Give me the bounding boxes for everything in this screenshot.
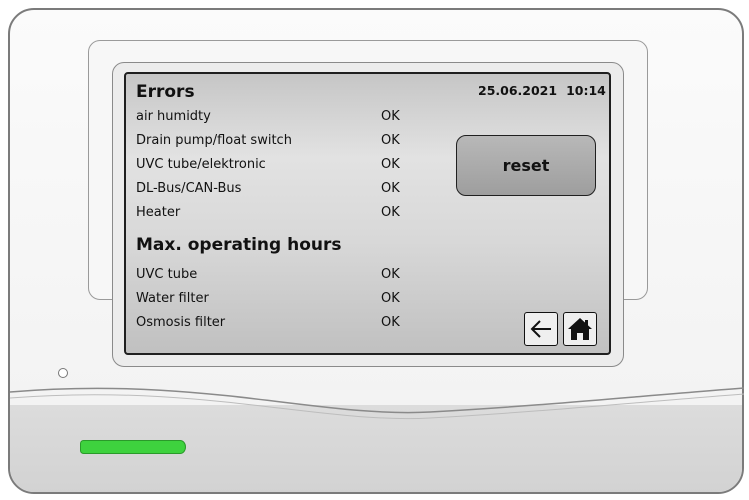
hours-status-water-filter: OK (381, 291, 400, 306)
hours-status-osmosis-filter: OK (381, 315, 400, 330)
page-title: Errors (136, 82, 195, 102)
home-icon (568, 318, 592, 340)
home-button[interactable] (563, 312, 597, 346)
datetime-display: 25.06.2021 10:14 (478, 83, 606, 98)
error-status-drain-pump: OK (381, 133, 400, 148)
back-button[interactable] (524, 312, 558, 346)
time-text: 10:14 (566, 83, 606, 98)
status-led (80, 440, 186, 454)
error-status-air-humidity: OK (381, 109, 400, 124)
section-title-operating-hours: Max. operating hours (136, 235, 342, 255)
error-label-drain-pump: Drain pump/float switch (136, 133, 292, 148)
hours-label-osmosis-filter: Osmosis filter (136, 315, 226, 330)
reset-button-label: reset (502, 156, 550, 175)
hours-status-uvc-tube: OK (381, 267, 400, 282)
hours-label-uvc-tube: UVC tube (136, 267, 198, 282)
hours-label-water-filter: Water filter (136, 291, 209, 306)
indicator-dot (58, 368, 68, 378)
error-status-heater: OK (381, 205, 400, 220)
touch-screen: Errors 25.06.2021 10:14 air humidty OK Dr… (124, 72, 611, 355)
date-text: 25.06.2021 (478, 83, 558, 98)
arrow-left-icon (530, 320, 551, 338)
error-label-bus: DL-Bus/CAN-Bus (136, 181, 242, 196)
error-status-uvc-electronic: OK (381, 157, 400, 172)
reset-button[interactable]: reset (456, 135, 596, 196)
error-status-bus: OK (381, 181, 400, 196)
error-label-uvc-electronic: UVC tube/elektronic (136, 157, 266, 172)
error-label-heater: Heater (136, 205, 181, 220)
error-label-air-humidity: air humidty (136, 109, 211, 124)
